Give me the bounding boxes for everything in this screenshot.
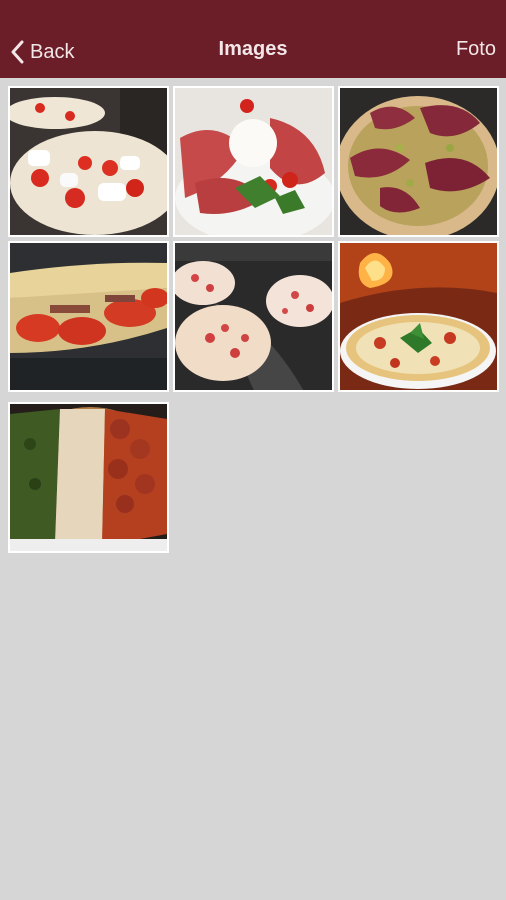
- burrata-photo: [175, 88, 332, 235]
- navigation-bar: Back Images Foto: [0, 0, 506, 78]
- gallery-image[interactable]: [338, 241, 499, 392]
- gallery-image[interactable]: [338, 86, 499, 237]
- gallery-image[interactable]: [8, 241, 169, 392]
- raw-pizzas-photo: [175, 243, 332, 390]
- page-title: Images: [218, 38, 288, 60]
- oven-pizza-photo: [340, 243, 497, 390]
- tricolore-pizza-photo: [10, 404, 167, 551]
- pizza-photo: [10, 88, 167, 235]
- foto-button[interactable]: Foto: [456, 38, 496, 61]
- gallery-image[interactable]: [173, 241, 334, 392]
- bresaola-pizza-photo: [340, 88, 497, 235]
- gallery-image[interactable]: [8, 86, 169, 237]
- gallery-image[interactable]: [8, 402, 169, 553]
- flatbread-photo: [10, 243, 167, 390]
- gallery-image[interactable]: [173, 86, 334, 237]
